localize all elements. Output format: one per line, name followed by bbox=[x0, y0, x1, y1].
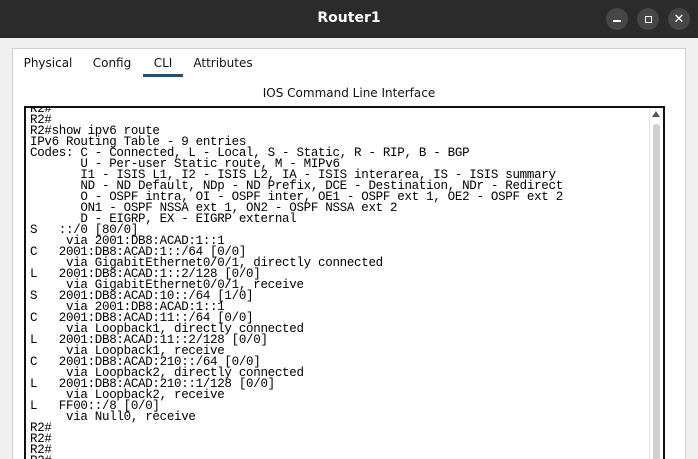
title-bar[interactable]: Router1 ✕ bbox=[0, 0, 698, 38]
terminal-scrollbar[interactable] bbox=[649, 108, 663, 459]
scroll-thumb[interactable] bbox=[653, 124, 660, 459]
window-title: Router1 bbox=[317, 10, 381, 26]
tab-cli[interactable]: CLI bbox=[141, 49, 185, 77]
terminal-output[interactable]: R2# R2# R2#show ipv6 route IPv6 Routing … bbox=[30, 108, 563, 459]
maximize-button[interactable] bbox=[637, 8, 659, 30]
minimize-button[interactable] bbox=[606, 8, 628, 30]
close-icon: ✕ bbox=[673, 11, 685, 27]
window-client-area: Physical Config CLI Attributes IOS Comma… bbox=[0, 38, 698, 459]
tab-attributes[interactable]: Attributes bbox=[185, 49, 261, 77]
close-button[interactable]: ✕ bbox=[668, 8, 690, 30]
minimize-icon bbox=[613, 19, 621, 22]
cli-header: IOS Command Line Interface bbox=[262, 86, 436, 100]
cli-terminal[interactable]: R2# R2# R2#show ipv6 route IPv6 Routing … bbox=[24, 106, 665, 459]
tab-physical[interactable]: Physical bbox=[13, 49, 83, 77]
maximize-icon bbox=[644, 15, 652, 23]
router-window: Router1 ✕ Physical Config CLI Attributes… bbox=[0, 0, 698, 459]
tab-bar: Physical Config CLI Attributes bbox=[13, 49, 261, 77]
scroll-up-arrow-icon[interactable] bbox=[652, 111, 660, 117]
tab-config[interactable]: Config bbox=[83, 49, 141, 77]
device-panel: Physical Config CLI Attributes IOS Comma… bbox=[12, 48, 686, 459]
